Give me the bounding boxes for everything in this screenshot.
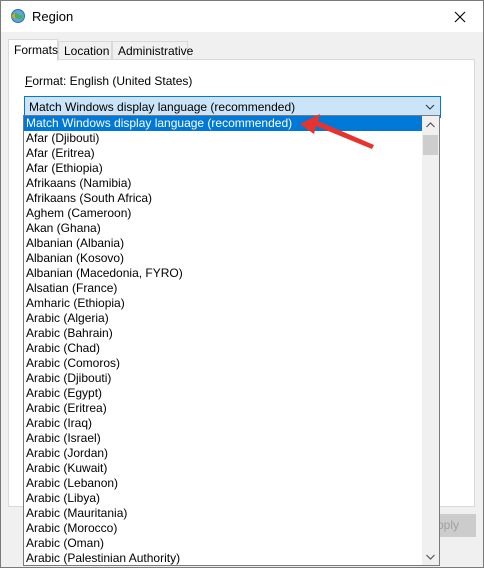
annotation-arrow-icon: [300, 114, 374, 149]
list-item[interactable]: Albanian (Kosovo): [24, 251, 422, 266]
list-item[interactable]: Arabic (Eritrea): [24, 401, 422, 416]
list-item[interactable]: Arabic (Egypt): [24, 386, 422, 401]
list-item[interactable]: Albanian (Macedonia, FYRO): [24, 266, 422, 281]
list-item[interactable]: Afrikaans (Namibia): [24, 176, 422, 191]
format-dropdown-list[interactable]: Match Windows display language (recommen…: [23, 115, 440, 566]
list-item[interactable]: Arabic (Kuwait): [24, 461, 422, 476]
format-combobox-value: Match Windows display language (recommen…: [29, 100, 296, 114]
list-item[interactable]: Akan (Ghana): [24, 221, 422, 236]
list-item[interactable]: Arabic (Bahrain): [24, 326, 422, 341]
list-item[interactable]: Aghem (Cameroon): [24, 206, 422, 221]
list-item[interactable]: Afar (Ethiopia): [24, 161, 422, 176]
region-globe-icon: [10, 8, 26, 24]
list-item[interactable]: Arabic (Chad): [24, 341, 422, 356]
list-item[interactable]: Arabic (Israel): [24, 431, 422, 446]
list-item[interactable]: Arabic (Oman): [24, 536, 422, 551]
tab-location[interactable]: Location: [58, 41, 112, 59]
chevron-down-icon: [424, 101, 436, 113]
title-bar[interactable]: Region: [1, 1, 483, 32]
tab-formats[interactable]: Formats: [8, 39, 58, 61]
list-item[interactable]: Arabic (Mauritania): [24, 506, 422, 521]
scroll-down-button[interactable]: [422, 548, 439, 565]
tab-administrative[interactable]: Administrative: [112, 41, 193, 59]
list-item[interactable]: Amharic (Ethiopia): [24, 296, 422, 311]
scroll-down-arrow-icon: [426, 554, 435, 560]
scroll-up-arrow-icon: [426, 121, 435, 127]
format-label: Format: English (United States): [25, 74, 193, 88]
dropdown-scrollbar[interactable]: [422, 116, 439, 565]
list-item[interactable]: Albanian (Albania): [24, 236, 422, 251]
list-item[interactable]: Arabic (Morocco): [24, 521, 422, 536]
list-item[interactable]: Alsatian (France): [24, 281, 422, 296]
list-item[interactable]: Arabic (Palestinian Authority): [24, 551, 422, 565]
list-item[interactable]: Arabic (Algeria): [24, 311, 422, 326]
list-item[interactable]: Arabic (Libya): [24, 491, 422, 506]
scroll-up-button[interactable]: [422, 116, 439, 133]
list-item[interactable]: Arabic (Iraq): [24, 416, 422, 431]
window-title: Region: [32, 9, 74, 24]
list-item[interactable]: Arabic (Jordan): [24, 446, 422, 461]
list-item[interactable]: Arabic (Comoros): [24, 356, 422, 371]
list-item[interactable]: Arabic (Djibouti): [24, 371, 422, 386]
close-icon: [454, 11, 466, 22]
scroll-thumb[interactable]: [423, 135, 438, 155]
list-item[interactable]: Afrikaans (South Africa): [24, 191, 422, 206]
dropdown-items: Match Windows display language (recommen…: [24, 116, 422, 565]
list-item[interactable]: Arabic (Lebanon): [24, 476, 422, 491]
close-button[interactable]: [437, 1, 483, 32]
